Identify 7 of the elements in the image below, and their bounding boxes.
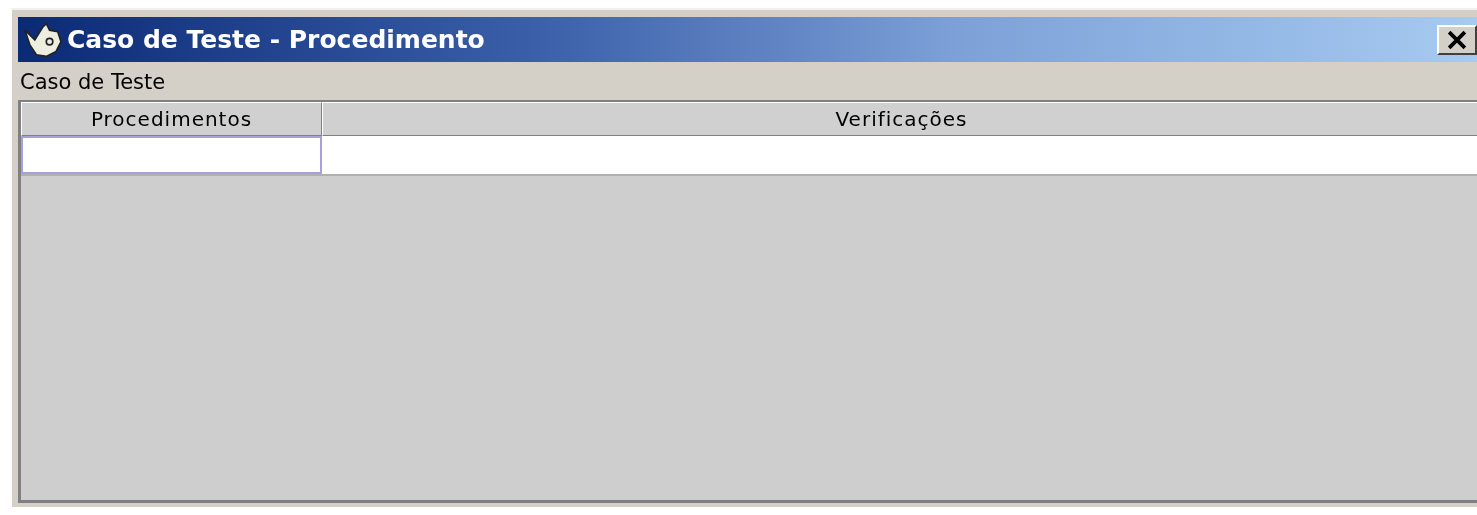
- animal-head-icon: [21, 21, 65, 58]
- table-cell[interactable]: [21, 136, 322, 174]
- close-button[interactable]: [1437, 24, 1477, 55]
- section-label: Caso de Teste: [20, 70, 166, 94]
- window-title: Caso de Teste - Procedimento: [67, 25, 485, 54]
- column-header[interactable]: Procedimentos: [21, 102, 322, 136]
- column-header[interactable]: Verificações: [322, 102, 1477, 136]
